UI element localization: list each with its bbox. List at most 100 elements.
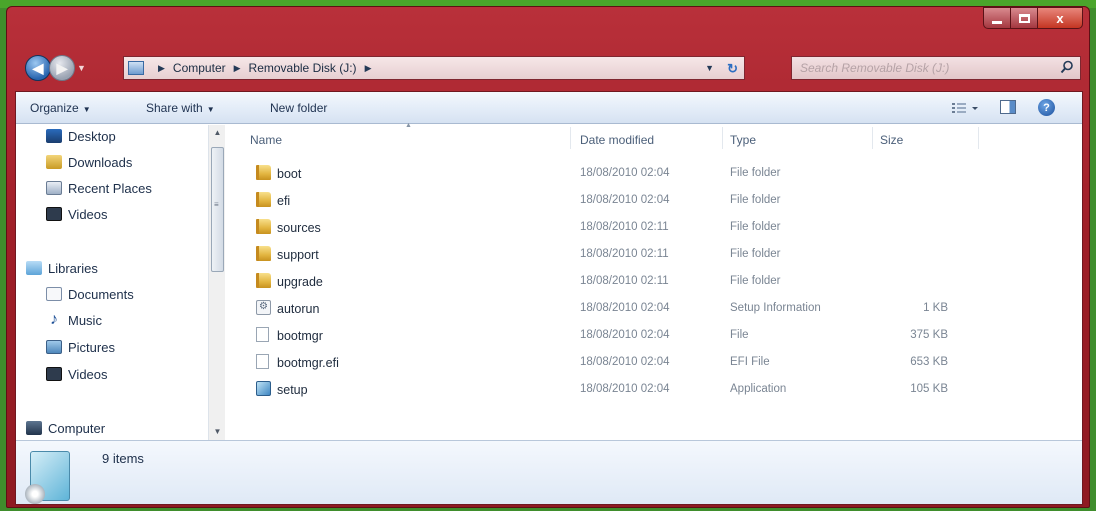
file-row[interactable]: efi 18/08/2010 02:04 File folder [228, 187, 1082, 213]
column-divider[interactable] [872, 127, 873, 149]
nav-item-music[interactable]: ♪ Music [46, 311, 102, 329]
file-name: sources [277, 221, 321, 235]
pictures-icon [46, 340, 62, 354]
minimize-button[interactable] [983, 7, 1010, 29]
file-date-modified: 18/08/2010 02:04 [580, 356, 670, 368]
file-name: upgrade [277, 275, 323, 289]
file-date-modified: 18/08/2010 02:11 [580, 248, 669, 260]
navigation-buttons: ◀ ▶ ▼ [25, 55, 115, 81]
nav-item-downloads[interactable]: Downloads [46, 153, 132, 171]
downloads-icon [46, 155, 62, 169]
refresh-button[interactable]: ↻ [727, 61, 738, 77]
recent-pages-dropdown[interactable]: ▼ [77, 63, 89, 75]
close-button[interactable]: x [1037, 7, 1083, 29]
breadcrumb-separator[interactable]: ▶ [158, 63, 165, 74]
back-button[interactable]: ◀ [25, 55, 51, 81]
search-icon[interactable] [1060, 60, 1074, 74]
file-type: EFI File [730, 356, 770, 368]
libraries-icon [26, 261, 42, 275]
column-divider[interactable] [978, 127, 979, 149]
chevron-down-icon: ▼ [82, 105, 91, 114]
file-row[interactable]: upgrade 18/08/2010 02:11 File folder [228, 268, 1082, 294]
maximize-button[interactable] [1010, 7, 1037, 29]
details-view-icon [952, 103, 978, 113]
nav-item-label: Downloads [68, 154, 133, 170]
file-row[interactable]: autorun 18/08/2010 02:04 Setup Informati… [228, 295, 1082, 321]
nav-item-videos[interactable]: Videos [46, 205, 108, 223]
nav-item-label: Videos [68, 366, 108, 382]
explorer-client-area: Organize ▼ Share with ▼ New folder ? Des… [15, 91, 1083, 505]
share-with-button[interactable]: Share with ▼ [146, 101, 215, 115]
breadcrumb-separator[interactable]: ▶ [234, 63, 241, 74]
file-name: autorun [277, 302, 320, 316]
sort-ascending-icon: ▲ [405, 122, 412, 129]
organize-button[interactable]: Organize ▼ [30, 101, 91, 115]
nav-item-libraries[interactable]: Libraries [26, 259, 98, 277]
nav-item-computer[interactable]: Computer [26, 419, 105, 437]
item-count: 9 items [102, 451, 144, 466]
nav-item-documents[interactable]: Documents [46, 285, 134, 303]
column-header-name[interactable]: Name [250, 133, 282, 147]
new-folder-label: New folder [270, 101, 328, 115]
minimize-icon [992, 20, 1002, 24]
column-divider[interactable] [722, 127, 723, 149]
setup-information-icon [256, 300, 271, 315]
navigation-pane: Desktop Downloads Recent Places Videos L… [16, 125, 228, 440]
nav-pane-scrollbar[interactable]: ▲ ▼ [208, 125, 225, 440]
documents-icon [46, 287, 62, 301]
change-view-button[interactable] [950, 99, 980, 117]
nav-item-videos-library[interactable]: Videos [46, 365, 108, 383]
back-arrow-icon: ◀ [32, 59, 44, 76]
file-row[interactable]: setup 18/08/2010 02:04 Application 105 K… [228, 376, 1082, 402]
search-input[interactable]: Search Removable Disk (J:) [791, 56, 1081, 80]
address-dropdown-button[interactable]: ▼ [705, 63, 714, 73]
caption-buttons: x [983, 7, 1083, 29]
nav-item-label: Documents [68, 286, 134, 302]
videos-icon [46, 367, 62, 381]
column-header-type[interactable]: Type [730, 133, 756, 147]
folder-icon [256, 246, 271, 261]
nav-item-recent-places[interactable]: Recent Places [46, 179, 152, 197]
breadcrumb-computer[interactable]: Computer [173, 61, 226, 75]
file-date-modified: 18/08/2010 02:11 [580, 275, 669, 287]
column-divider[interactable] [570, 127, 571, 149]
file-icon [256, 354, 269, 369]
forward-button[interactable]: ▶ [49, 55, 75, 81]
nav-item-label: Computer [48, 420, 106, 436]
file-row[interactable]: support 18/08/2010 02:11 File folder [228, 241, 1082, 267]
maximize-icon [1018, 13, 1030, 23]
nav-item-label: Libraries [48, 260, 98, 276]
new-folder-button[interactable]: New folder [270, 101, 327, 115]
nav-item-pictures[interactable]: Pictures [46, 338, 115, 356]
nav-item-label: Pictures [68, 339, 115, 355]
breadcrumb-separator[interactable]: ▶ [365, 63, 372, 74]
file-size: 105 KB [910, 383, 948, 395]
application-icon [256, 381, 271, 396]
nav-item-desktop[interactable]: Desktop [46, 127, 116, 145]
file-date-modified: 18/08/2010 02:04 [580, 329, 670, 341]
help-button[interactable]: ? [1038, 99, 1055, 116]
scrollbar-thumb[interactable] [211, 147, 224, 272]
videos-icon [46, 207, 62, 221]
file-row[interactable]: boot 18/08/2010 02:04 File folder [228, 160, 1082, 186]
file-date-modified: 18/08/2010 02:11 [580, 221, 669, 233]
preview-pane-button[interactable] [1000, 100, 1016, 114]
column-header-date-modified[interactable]: Date modified [580, 133, 654, 147]
folder-icon [256, 219, 271, 234]
file-list: ▲ Name Date modified Type Size boot 18/0… [228, 122, 1082, 440]
column-header-size[interactable]: Size [880, 133, 903, 147]
scroll-up-arrow-icon[interactable]: ▲ [209, 125, 226, 141]
file-type: File [730, 329, 749, 341]
scroll-down-arrow-icon[interactable]: ▼ [209, 424, 226, 440]
file-row[interactable]: bootmgr 18/08/2010 02:04 File 375 KB [228, 322, 1082, 348]
file-size: 653 KB [910, 356, 948, 368]
file-row[interactable]: sources 18/08/2010 02:11 File folder [228, 214, 1082, 240]
file-name: support [277, 248, 319, 262]
desktop-icon [46, 129, 62, 143]
music-icon: ♪ [50, 311, 58, 328]
file-name: boot [277, 167, 302, 181]
address-bar[interactable]: ▶ Computer ▶ Removable Disk (J:) ▶ ▼ ↻ [123, 56, 745, 80]
computer-icon [26, 421, 42, 435]
file-row[interactable]: bootmgr.efi 18/08/2010 02:04 EFI File 65… [228, 349, 1082, 375]
breadcrumb-removable-disk[interactable]: Removable Disk (J:) [249, 61, 357, 75]
